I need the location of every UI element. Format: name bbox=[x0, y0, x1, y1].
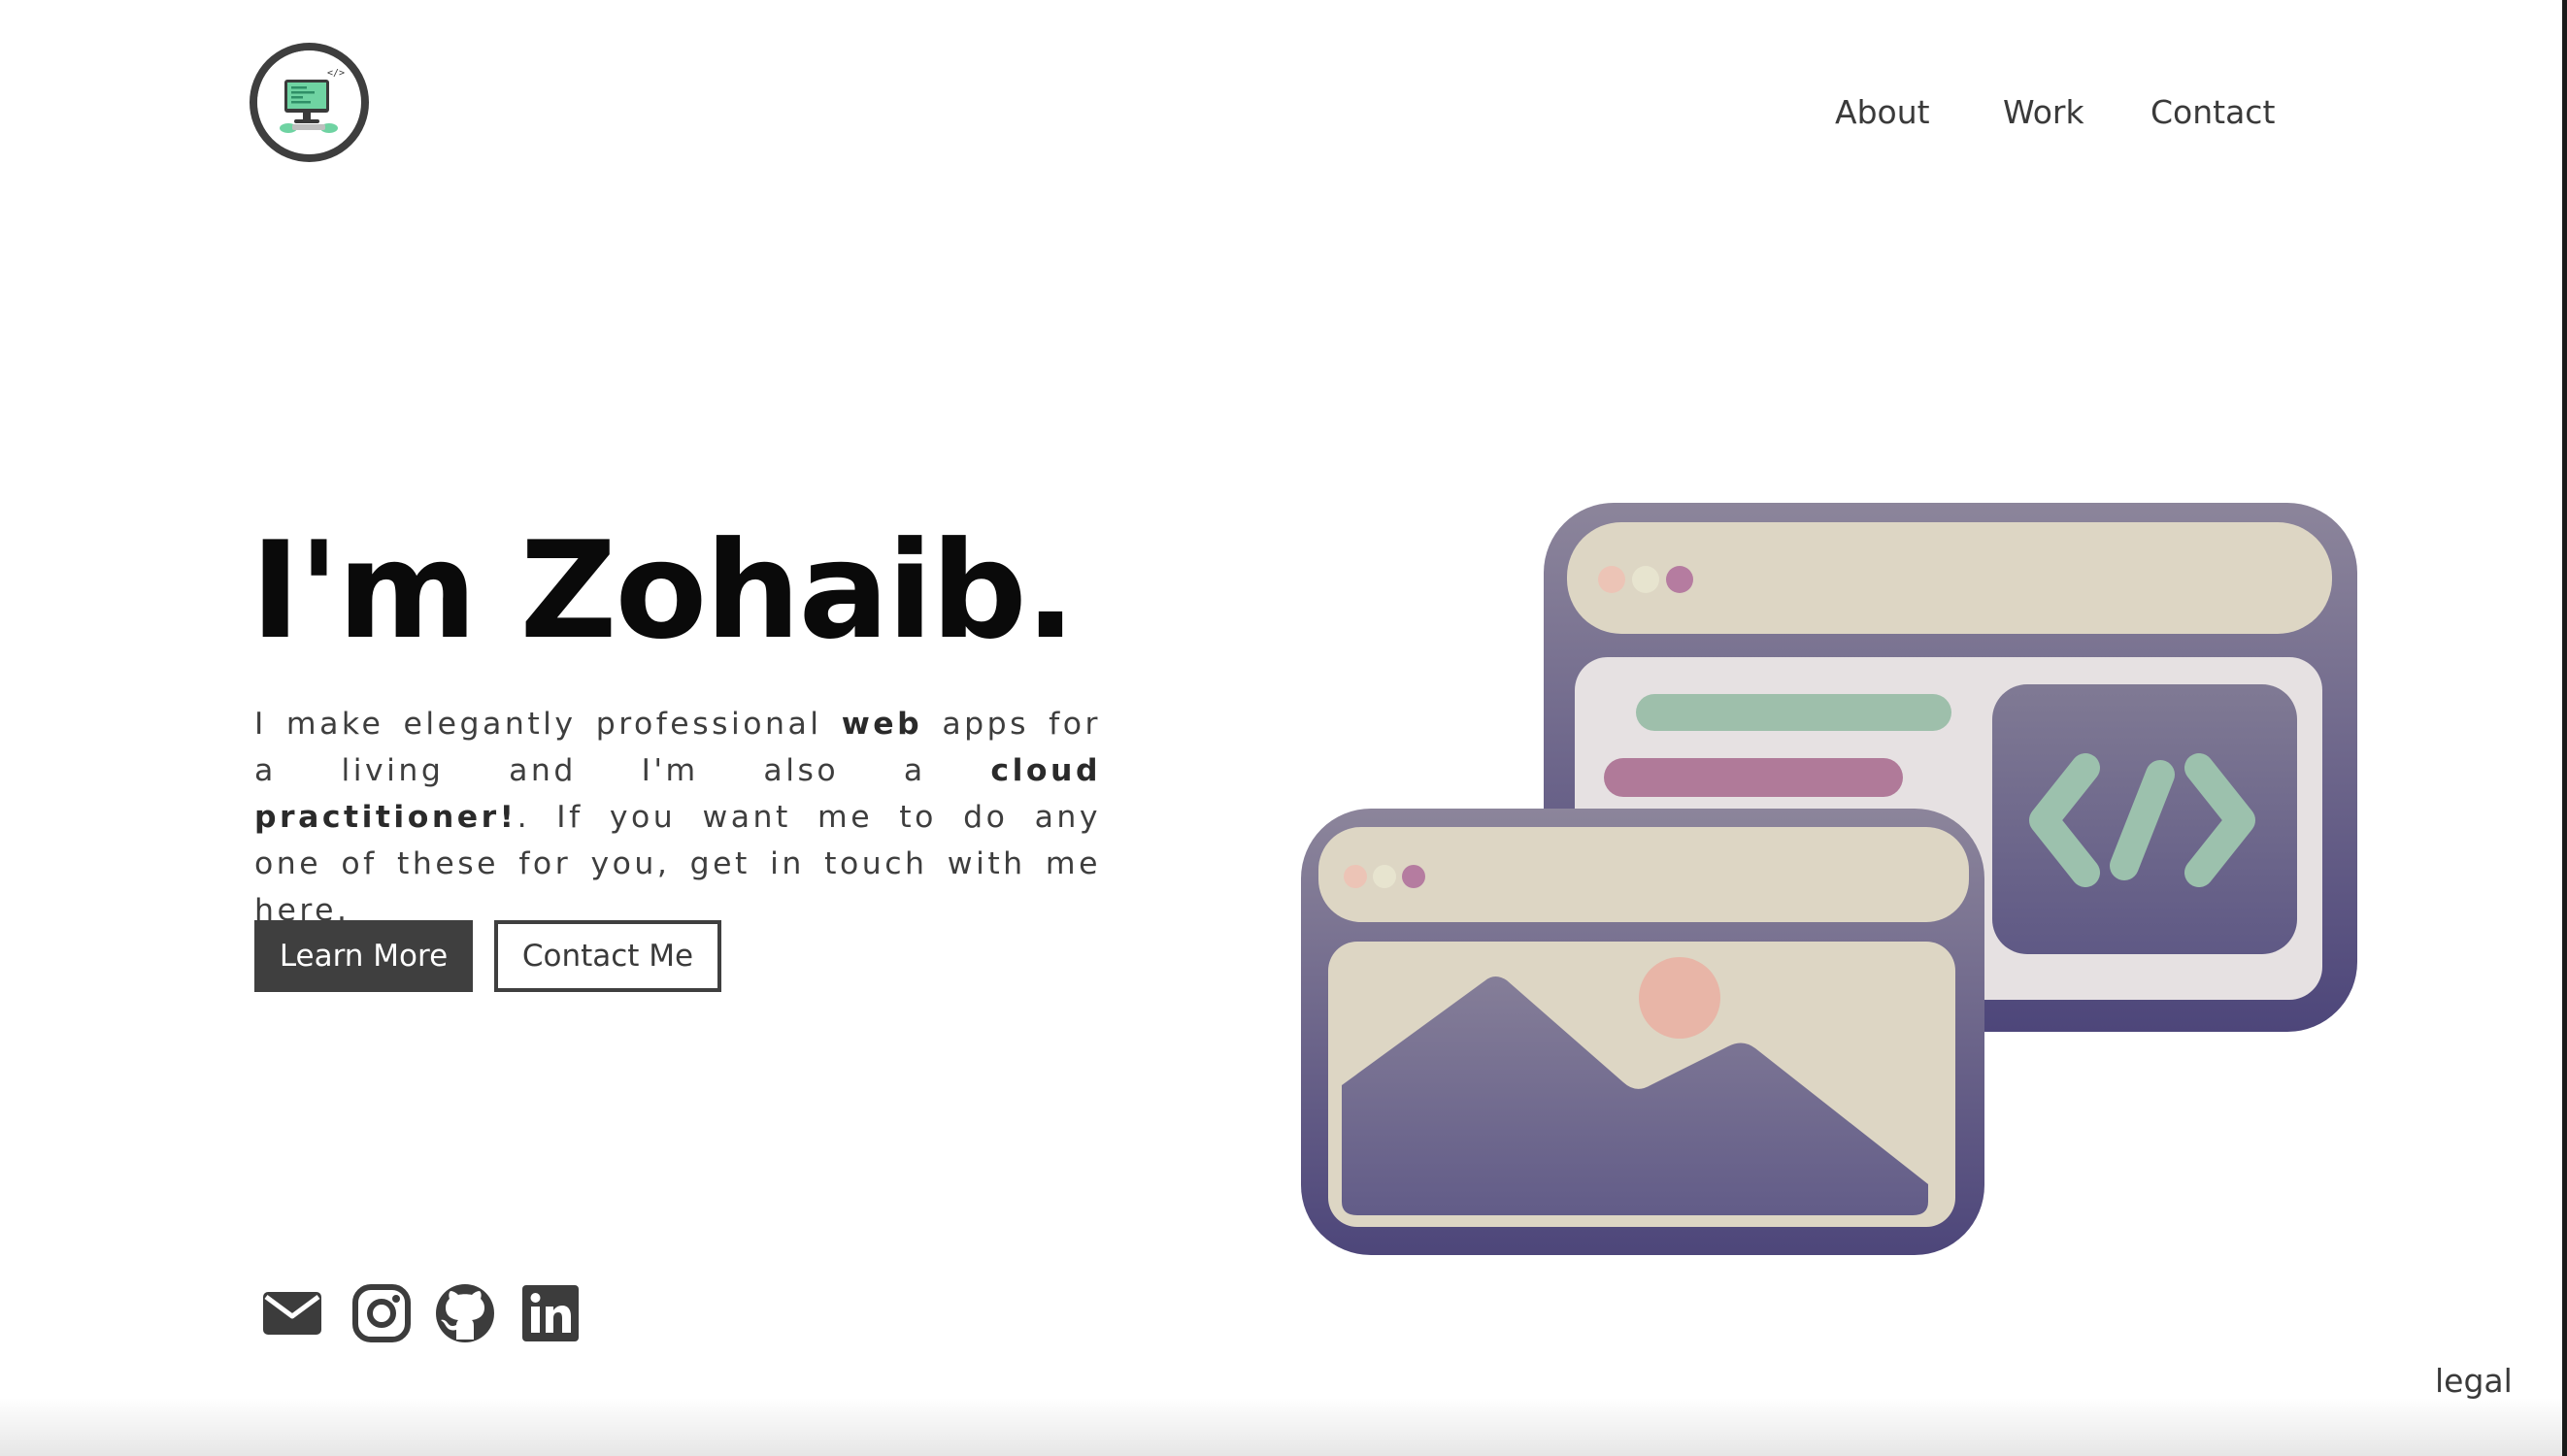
hero-title: I'm Zohaib. bbox=[250, 513, 1076, 669]
linkedin-icon[interactable] bbox=[520, 1283, 581, 1343]
logo[interactable]: </> bbox=[250, 43, 369, 162]
hero-intro: I make elegantly professional web apps f… bbox=[254, 701, 1101, 934]
learn-more-button[interactable]: Learn More bbox=[254, 920, 473, 992]
laptop-code-icon: </> bbox=[257, 50, 360, 153]
nav-link-contact[interactable]: Contact bbox=[2150, 93, 2275, 131]
instagram-icon[interactable] bbox=[351, 1283, 412, 1343]
nav-link-work[interactable]: Work bbox=[2003, 93, 2084, 131]
front-browser-window bbox=[1301, 809, 1984, 1255]
bottom-shadow bbox=[0, 1398, 2562, 1456]
hero-illustration bbox=[1291, 495, 2359, 1272]
main-nav: About Work Contact bbox=[1835, 93, 2291, 136]
github-icon[interactable] bbox=[435, 1283, 495, 1343]
contact-me-button[interactable]: Contact Me bbox=[494, 920, 721, 992]
intro-text: I make elegantly professional bbox=[254, 707, 842, 742]
intro-highlight-web: web bbox=[841, 707, 923, 742]
mail-icon[interactable] bbox=[262, 1283, 322, 1343]
svg-text:</>: </> bbox=[327, 68, 345, 79]
viewport-edge bbox=[2562, 0, 2567, 1456]
nav-link-about[interactable]: About bbox=[1835, 93, 1930, 131]
legal-link[interactable]: legal bbox=[2435, 1362, 2513, 1400]
